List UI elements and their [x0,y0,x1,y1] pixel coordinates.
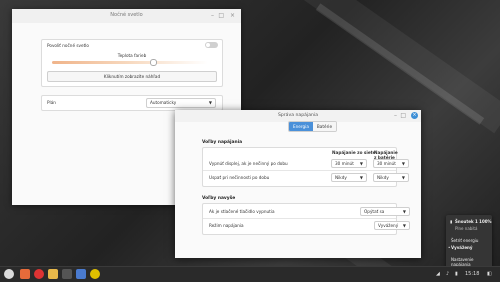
chevron-down-icon: ▼ [401,161,405,166]
suspend-ac-value: Nikdy [335,175,347,180]
app-icon[interactable] [20,269,30,279]
temperature-slider-handle[interactable] [150,59,157,66]
chevron-down-icon: ▼ [402,223,406,228]
extra-options-header: Voľby navyše [202,196,236,201]
power-button-label: Ak je stlačené tlačidlo vypnutia [209,209,275,214]
tab-baterie[interactable]: Batérie [312,122,337,131]
volume-icon[interactable]: ♪ [446,271,449,277]
close-icon[interactable]: × [230,13,235,19]
night-light-titlebar[interactable]: Nočné svetlo – □ × [12,9,241,23]
extra-options-card: Ak je stlačené tlačidlo vypnutia Opýtať … [202,203,410,235]
battery-subtitle: Plne nabitá [455,226,478,231]
power-mode-dropdown[interactable]: Vyvážený ▼ [374,221,410,230]
menu-icon[interactable] [4,269,14,279]
settings-icon[interactable] [76,269,86,279]
power-tabs: Energia Batérie [288,121,338,132]
power-management-window: Správa napájania – □ × Energia Batérie V… [175,110,421,258]
selected-dot-icon: • [448,245,451,250]
chevron-down-icon: ▼ [208,100,212,105]
suspend-ac-dropdown[interactable]: Nikdy ▼ [331,173,367,182]
display-off-battery-dropdown[interactable]: 30 minút ▼ [373,159,409,168]
taskbar: ◢ ♪ ▮ 15:18 ◧ [0,266,500,282]
power-title: Správa napájania [277,113,319,118]
power-mode-label: Režim napájania [209,223,244,228]
tab-energia[interactable]: Energia [289,122,313,131]
folder-icon[interactable] [48,269,58,279]
chevron-down-icon: ▼ [359,175,363,180]
chevron-down-icon: ▼ [359,161,363,166]
minimize-icon[interactable]: – [394,113,397,119]
battery-icon: ▮ [450,219,453,224]
close-icon[interactable]: × [411,112,418,119]
wifi-icon[interactable]: ◢ [436,271,440,277]
preview-button[interactable]: Kliknutím zobrazíte náhľad [47,71,217,82]
schedule-label: Plán [47,100,56,105]
battery-tray-icon[interactable]: ▮ [455,271,458,277]
battery-popup: ▮ Šnoutek 1 100% Plne nabitá Šetriť ener… [446,215,492,269]
maximize-icon[interactable]: □ [400,113,406,119]
display-off-ac-value: 30 minút [335,161,354,166]
night-light-title: Nočné svetlo [110,12,143,18]
minimize-icon[interactable]: – [211,13,214,19]
maximize-icon[interactable]: □ [218,13,224,19]
temperature-label: Teplota farieb [117,53,147,58]
night-light-toggle[interactable] [205,42,218,48]
power-button-dropdown[interactable]: Opýtať sa ▼ [360,207,410,216]
power-options-card: Napájanie zo siete Napájanie z batérie V… [202,147,409,187]
display-off-battery-value: 30 minút [377,161,396,166]
display-off-label: Vypnúť displej, ak je nečinný po dobu [209,161,288,166]
battery-status: Šnoutek 1 100% [455,219,492,224]
chevron-down-icon: ▼ [402,209,406,214]
schedule-dropdown[interactable]: Automaticky ▼ [146,98,216,108]
popup-item-save-energy[interactable]: Šetriť energiu [451,238,478,243]
suspend-label: Uspať pri nečinnosti po dobu [209,175,270,180]
power-mode-value: Vyvážený [378,223,399,228]
clock[interactable]: 15:18 [465,271,479,277]
power-app-icon[interactable] [90,269,100,279]
power-button-value: Opýtať sa [364,209,385,214]
terminal-icon[interactable] [62,269,72,279]
night-light-settings-card: Povoliť nočné svetlo Teplota farieb Klik… [41,39,223,87]
browser-icon[interactable] [34,269,44,279]
power-options-header: Voľby napájania [202,140,243,145]
schedule-value: Automaticky [150,100,177,105]
chevron-down-icon: ▼ [401,175,405,180]
temperature-slider[interactable] [52,61,208,64]
schedule-card: Plán Automaticky ▼ [41,95,223,111]
popup-item-balanced[interactable]: Vyvážený [451,245,473,250]
col-ac-header: Napájanie zo siete [332,150,376,155]
display-off-ac-dropdown[interactable]: 30 minút ▼ [331,159,367,168]
suspend-battery-value: Nikdy [377,175,389,180]
suspend-battery-dropdown[interactable]: Nikdy ▼ [373,173,409,182]
notifications-icon[interactable]: ◧ [487,271,492,277]
enable-night-light-label: Povoliť nočné svetlo [47,43,89,48]
